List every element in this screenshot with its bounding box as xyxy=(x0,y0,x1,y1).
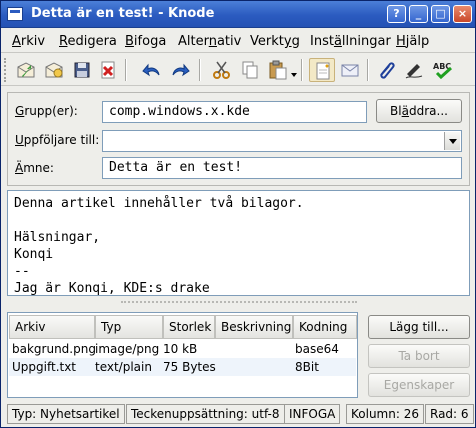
toolbar-separator xyxy=(301,59,303,81)
title-bar[interactable]: Detta är en test! - Knode ? _ □ × xyxy=(1,1,475,28)
body-line: Konqi xyxy=(14,247,54,262)
toolbar-separator xyxy=(125,59,127,81)
menu-arkiv[interactable]: Arkiv xyxy=(12,34,45,49)
menu-hjalp[interactable]: Hjälp xyxy=(396,34,429,49)
minimize-button[interactable]: _ xyxy=(409,5,428,23)
maximize-button[interactable]: □ xyxy=(431,5,450,23)
attach-icon[interactable] xyxy=(373,58,399,82)
header-panel: Grupp(er): comp.windows.x.kde Bläddra...… xyxy=(7,92,470,186)
spellcheck-icon[interactable]: ABC xyxy=(429,58,455,82)
table-cell: Uppgift.txt xyxy=(12,360,77,374)
splitter-handle[interactable] xyxy=(121,301,357,304)
body-line: Denna artikel innehåller två bilagor. xyxy=(14,196,304,211)
remove-attachment-button[interactable]: Ta bort xyxy=(368,344,470,368)
app-icon[interactable] xyxy=(7,7,23,21)
mail-icon[interactable] xyxy=(337,58,363,82)
status-type: Typ: Nyhetsartikel xyxy=(7,404,125,424)
menu-verktyg[interactable]: Verktyg xyxy=(250,34,300,49)
toolbar: ABC xyxy=(1,54,475,86)
delete-icon[interactable] xyxy=(95,58,121,82)
send-now-icon[interactable] xyxy=(13,58,39,82)
browse-button[interactable]: Bläddra... xyxy=(376,99,462,123)
toolbar-separator xyxy=(367,59,369,81)
table-cell: 75 Bytes xyxy=(163,360,216,374)
column-header-typ[interactable]: Typ xyxy=(95,315,163,339)
table-cell: image/png xyxy=(95,342,160,356)
table-cell: base64 xyxy=(295,342,339,356)
message-body-editor[interactable]: Denna artikel innehåller två bilagor. Hä… xyxy=(7,190,470,296)
cut-icon[interactable] xyxy=(209,58,235,82)
status-column: Kolumn: 26 xyxy=(346,404,424,424)
new-attachment-icon[interactable] xyxy=(309,58,335,82)
followup-label: Uppföljare till: xyxy=(15,133,100,147)
table-cell: bakgrund.png xyxy=(12,342,96,356)
menu-installningar[interactable]: Inställningar xyxy=(310,34,391,49)
column-header-arkiv[interactable]: Arkiv xyxy=(9,315,95,339)
help-button[interactable]: ? xyxy=(387,5,406,23)
subject-label: Ämne: xyxy=(15,161,54,175)
chevron-down-icon[interactable] xyxy=(287,58,299,82)
copy-icon[interactable] xyxy=(237,58,263,82)
attachments-table[interactable]: Arkiv Typ Storlek Beskrivning Kodning ba… xyxy=(7,312,358,398)
chevron-down-icon[interactable] xyxy=(444,132,460,150)
body-line: Hälsningar, xyxy=(14,230,101,245)
followup-combobox[interactable] xyxy=(102,130,462,152)
send-later-icon[interactable] xyxy=(41,58,67,82)
body-line: Jag är Konqi, KDE:s drake xyxy=(14,281,210,296)
table-cell: 10 kB xyxy=(163,342,198,356)
attachment-properties-button[interactable]: Egenskaper xyxy=(368,373,470,397)
toolbar-separator xyxy=(199,59,201,81)
close-button[interactable]: × xyxy=(453,5,472,23)
table-cell: text/plain xyxy=(95,360,152,374)
sign-icon[interactable] xyxy=(401,58,427,82)
subject-field[interactable]: Detta är en test! xyxy=(102,157,462,179)
status-bar: Typ: Nyhetsartikel Teckenuppsättning: ut… xyxy=(1,401,475,427)
menu-alternativ[interactable]: Alternativ xyxy=(178,34,241,49)
main-window: Detta är en test! - Knode ? _ □ × Arkiv … xyxy=(0,0,476,428)
save-icon[interactable] xyxy=(69,58,95,82)
window-title: Detta är en test! - Knode xyxy=(31,6,215,21)
status-charset: Teckenuppsättning: utf-8 xyxy=(126,404,285,424)
status-mode: INFOGA xyxy=(284,404,341,424)
body-line: -- xyxy=(14,264,30,279)
toolbar-grip[interactable] xyxy=(4,58,8,82)
undo-icon[interactable] xyxy=(139,58,165,82)
menu-redigera[interactable]: Redigera xyxy=(59,34,117,49)
redo-icon[interactable] xyxy=(167,58,193,82)
table-cell: 8Bit xyxy=(295,360,319,374)
menu-bifoga[interactable]: Bifoga xyxy=(125,34,166,49)
column-header-beskrivning[interactable]: Beskrivning xyxy=(215,315,293,339)
groups-field[interactable]: comp.windows.x.kde xyxy=(102,101,367,123)
add-attachment-button[interactable]: Lägg till... xyxy=(368,315,470,339)
status-row: Rad: 6 xyxy=(425,404,474,424)
groups-label: Grupp(er): xyxy=(15,104,78,118)
column-header-kodning[interactable]: Kodning xyxy=(293,315,357,339)
menu-bar: Arkiv Redigera Bifoga Alternativ Verktyg… xyxy=(1,29,475,53)
column-header-storlek[interactable]: Storlek xyxy=(163,315,215,339)
